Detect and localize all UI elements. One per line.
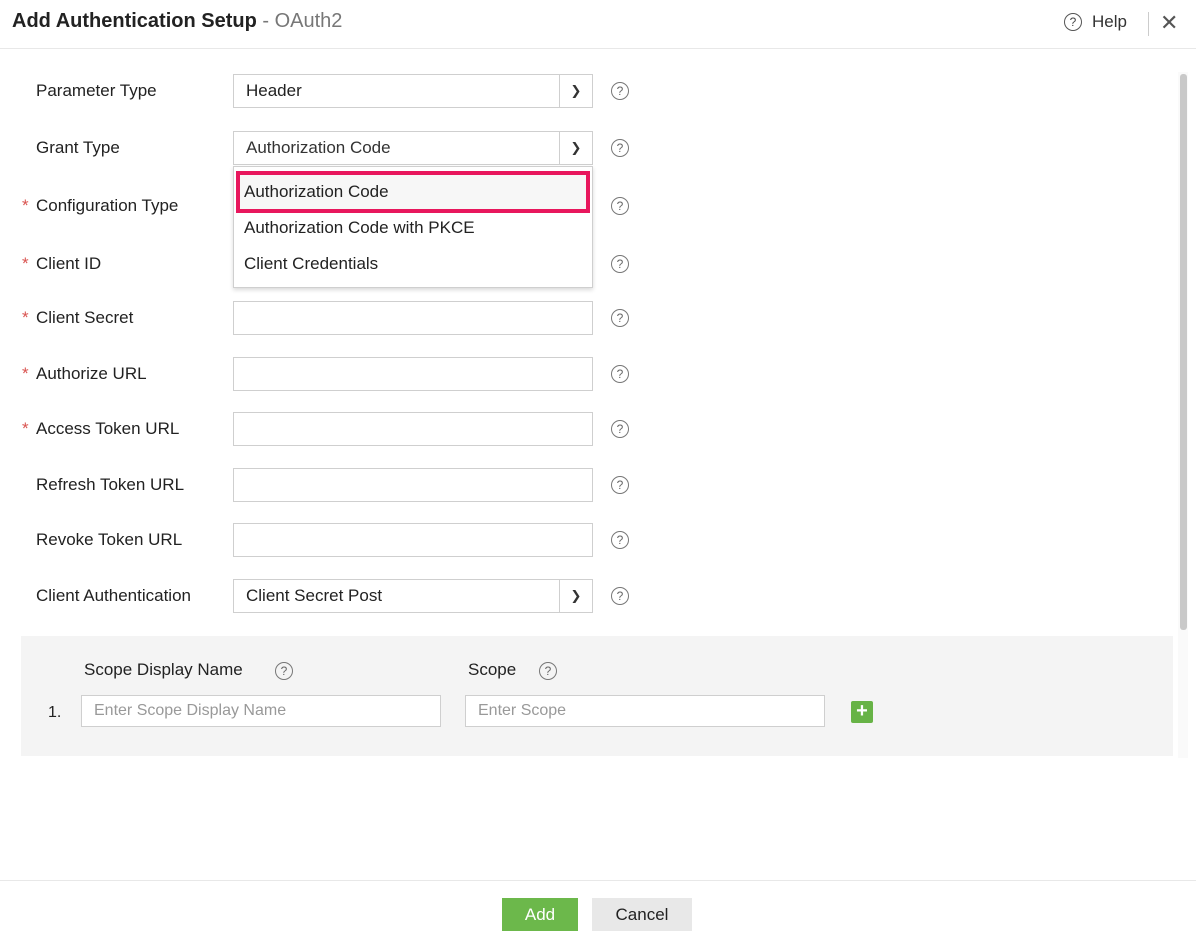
client-secret-label: Client Secret: [36, 308, 134, 327]
access-token-url-input[interactable]: [233, 412, 593, 446]
parameter-type-row: Parameter Type Header ❯ ?: [0, 74, 680, 108]
grant-type-dropdown: Authorization Code Authorization Code wi…: [233, 166, 593, 288]
required-marker: *: [22, 196, 29, 215]
grant-option-client-credentials[interactable]: Client Credentials: [244, 254, 378, 274]
close-icon[interactable]: ✕: [1160, 10, 1178, 36]
grant-option-authorization-code-pkce[interactable]: Authorization Code with PKCE: [244, 218, 475, 238]
client-secret-input[interactable]: [233, 301, 593, 335]
refresh-token-url-label: Refresh Token URL: [36, 475, 185, 494]
grant-type-label: Grant Type: [36, 138, 120, 157]
info-icon[interactable]: ?: [275, 662, 293, 680]
title-main: Add Authentication Setup: [12, 10, 257, 32]
authorize-url-label: Authorize URL: [36, 364, 147, 383]
title-subtitle: OAuth2: [274, 10, 343, 32]
info-icon[interactable]: ?: [611, 476, 629, 494]
grant-type-value: Authorization Code: [246, 138, 391, 157]
header-divider: [1148, 12, 1149, 36]
revoke-token-url-row: Revoke Token URL ?: [0, 523, 680, 557]
cancel-button[interactable]: Cancel: [592, 898, 692, 931]
scope-row-index: 1.: [48, 704, 62, 721]
help-link[interactable]: ? Help: [1064, 12, 1127, 32]
help-circle-icon: ?: [1064, 13, 1082, 31]
scope-header: Scope: [468, 660, 517, 679]
dialog-header: Add Authentication Setup - OAuth2 ? Help …: [0, 0, 1196, 49]
scope-input[interactable]: [465, 695, 825, 727]
client-authentication-value: Client Secret Post: [246, 586, 383, 605]
info-icon[interactable]: ?: [611, 365, 629, 383]
parameter-type-label: Parameter Type: [36, 81, 157, 100]
scope-section: Scope Display Name ? Scope ? 1. +: [21, 636, 1173, 756]
grant-option-authorization-code[interactable]: Authorization Code: [244, 182, 389, 202]
client-secret-row: * Client Secret ?: [0, 301, 680, 335]
dialog-footer: Add Cancel: [0, 880, 1196, 944]
info-icon[interactable]: ?: [539, 662, 557, 680]
add-button[interactable]: Add: [502, 898, 578, 931]
info-icon[interactable]: ?: [611, 82, 629, 100]
refresh-token-url-input[interactable]: [233, 468, 593, 502]
info-icon[interactable]: ?: [611, 420, 629, 438]
access-token-url-row: * Access Token URL ?: [0, 412, 680, 446]
access-token-url-label: Access Token URL: [36, 419, 180, 438]
dialog-title: Add Authentication Setup - OAuth2: [12, 10, 342, 33]
client-id-label: Client ID: [36, 254, 102, 273]
grant-type-row: Grant Type Authorization Code ❯ ?: [0, 131, 680, 165]
chevron-down-icon[interactable]: ❯: [559, 132, 592, 164]
authorize-url-input[interactable]: [233, 357, 593, 391]
configuration-type-label: Configuration Type: [36, 196, 179, 215]
title-separator: -: [256, 10, 275, 32]
grant-type-select[interactable]: Authorization Code ❯: [233, 131, 593, 165]
client-authentication-row: Client Authentication Client Secret Post…: [0, 579, 680, 613]
refresh-token-url-row: Refresh Token URL ?: [0, 468, 680, 502]
required-marker: *: [22, 308, 29, 327]
add-scope-plus-icon[interactable]: +: [851, 701, 873, 723]
help-label: Help: [1092, 12, 1127, 31]
scrollbar-thumb[interactable]: [1180, 74, 1187, 630]
info-icon[interactable]: ?: [611, 587, 629, 605]
authorize-url-row: * Authorize URL ?: [0, 357, 680, 391]
client-authentication-select[interactable]: Client Secret Post ❯: [233, 579, 593, 613]
scope-display-name-header: Scope Display Name: [84, 660, 243, 679]
scope-display-name-input[interactable]: [81, 695, 441, 727]
client-authentication-label: Client Authentication: [36, 586, 191, 605]
chevron-down-icon[interactable]: ❯: [559, 580, 592, 612]
chevron-down-icon[interactable]: ❯: [559, 75, 592, 107]
info-icon[interactable]: ?: [611, 197, 629, 215]
revoke-token-url-input[interactable]: [233, 523, 593, 557]
required-marker: *: [22, 364, 29, 383]
revoke-token-url-label: Revoke Token URL: [36, 530, 183, 549]
info-icon[interactable]: ?: [611, 139, 629, 157]
parameter-type-select[interactable]: Header ❯: [233, 74, 593, 108]
info-icon[interactable]: ?: [611, 309, 629, 327]
required-marker: *: [22, 254, 29, 273]
info-icon[interactable]: ?: [611, 255, 629, 273]
parameter-type-value: Header: [246, 81, 302, 100]
info-icon[interactable]: ?: [611, 531, 629, 549]
required-marker: *: [22, 419, 29, 438]
